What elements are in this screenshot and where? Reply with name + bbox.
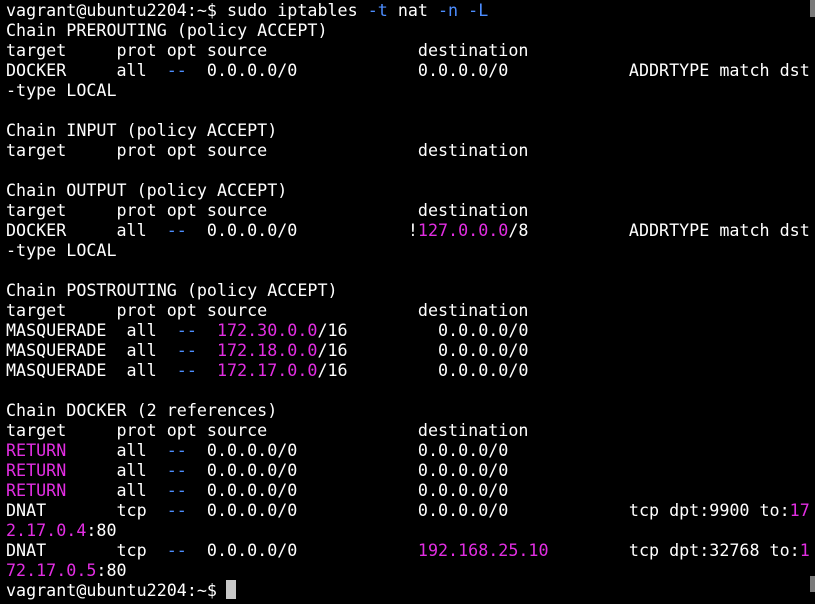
- terminal-text: /16 0.0.0.0/0: [317, 360, 529, 380]
- highlight-magenta: RETURN: [6, 460, 67, 480]
- terminal-line: Chain OUTPUT (policy ACCEPT): [6, 180, 287, 200]
- terminal-line: RETURN all -- 0.0.0.0/0 0.0.0.0/0: [6, 460, 508, 480]
- highlight-magenta: RETURN: [6, 440, 67, 460]
- highlight-blue: --: [166, 220, 187, 240]
- terminal-line: -type LOCAL: [6, 80, 117, 100]
- terminal-text: Chain DOCKER (2 references): [6, 400, 278, 420]
- terminal-line: DOCKER all -- 0.0.0.0/0 !127.0.0.0/8 ADD…: [6, 220, 810, 240]
- terminal-line: target prot opt source destination: [6, 420, 528, 440]
- terminal-line: DNAT tcp -- 0.0.0.0/0 0.0.0.0/0 tcp dpt:…: [6, 500, 810, 520]
- terminal-text: DOCKER all: [6, 60, 167, 80]
- terminal-text: vagrant@ubuntu2204:~$: [6, 580, 228, 600]
- terminal-line: DOCKER all -- 0.0.0.0/0 0.0.0.0/0 ADDRTY…: [6, 60, 810, 80]
- terminal-text: nat: [387, 0, 439, 20]
- terminal-text: all: [66, 460, 167, 480]
- terminal-text: target prot opt source destination: [6, 420, 529, 440]
- terminal-text: DOCKER all: [6, 220, 167, 240]
- highlight-magenta: RETURN: [6, 480, 67, 500]
- highlight-magenta: 127.0.0.0: [417, 220, 509, 240]
- highlight-blue: --: [176, 360, 197, 380]
- terminal-line: Chain DOCKER (2 references): [6, 400, 277, 420]
- terminal-text: :80: [96, 560, 127, 580]
- terminal-line: MASQUERADE all -- 172.17.0.0/16 0.0.0.0/…: [6, 360, 528, 380]
- terminal-line: MASQUERADE all -- 172.18.0.0/16 0.0.0.0/…: [6, 340, 528, 360]
- terminal-line: vagrant@ubuntu2204:~$ sudo iptables -t n…: [6, 0, 488, 20]
- highlight-blue: --: [166, 60, 187, 80]
- terminal-text: vagrant@ubuntu2204:~$ sudo iptables: [6, 0, 368, 20]
- highlight-magenta: 192.168.25.10: [417, 540, 549, 560]
- highlight-blue: --: [166, 500, 187, 520]
- terminal-text: 0.0.0.0/0 0.0.0.0/0: [186, 480, 509, 500]
- terminal-line: DNAT tcp -- 0.0.0.0/0 192.168.25.10 tcp …: [6, 540, 810, 560]
- terminal-text: all: [66, 480, 167, 500]
- terminal-text: DNAT tcp: [6, 540, 167, 560]
- terminal-text: MASQUERADE all: [6, 320, 177, 340]
- terminal-text: 0.0.0.0/0 0.0.0.0/0 tcp dpt:9900 to:: [186, 500, 790, 520]
- terminal-text: DNAT tcp: [6, 500, 167, 520]
- terminal-text: :80: [86, 520, 117, 540]
- terminal-text: -type LOCAL: [6, 80, 117, 100]
- terminal-line: 2.17.0.4:80: [6, 520, 117, 540]
- terminal-text: target prot opt source destination: [6, 200, 529, 220]
- highlight-blue: -t: [367, 0, 388, 20]
- terminal-line: -type LOCAL: [6, 240, 117, 260]
- scrollbar-thumb-lower[interactable]: [810, 576, 815, 592]
- highlight-magenta: 17: [789, 500, 810, 520]
- terminal-text: target prot opt source destination: [6, 40, 529, 60]
- highlight-magenta: 172.30.0.0: [216, 320, 318, 340]
- terminal-line: target prot opt source destination: [6, 40, 528, 60]
- terminal-text: 0.0.0.0/0: [186, 540, 418, 560]
- terminal-line: Chain PREROUTING (policy ACCEPT): [6, 20, 328, 40]
- terminal-line: MASQUERADE all -- 172.30.0.0/16 0.0.0.0/…: [6, 320, 528, 340]
- terminal-line: Chain POSTROUTING (policy ACCEPT): [6, 280, 338, 300]
- terminal-text: 0.0.0.0/0 0.0.0.0/0: [186, 440, 509, 460]
- terminal-text: 0.0.0.0/0 0.0.0.0/0: [186, 460, 509, 480]
- terminal-text: MASQUERADE all: [6, 340, 177, 360]
- terminal-text: Chain PREROUTING (policy ACCEPT): [6, 20, 328, 40]
- highlight-blue: --: [166, 540, 187, 560]
- terminal-text: /16 0.0.0.0/0: [317, 320, 529, 340]
- terminal-line: vagrant@ubuntu2204:~$: [6, 580, 227, 600]
- terminal-text: -type LOCAL: [6, 240, 117, 260]
- highlight-magenta: 2.17.0.4: [6, 520, 87, 540]
- highlight-magenta: 72.17.0.5: [6, 560, 97, 580]
- terminal-text: /16 0.0.0.0/0: [317, 340, 529, 360]
- terminal-text: MASQUERADE all: [6, 360, 177, 380]
- highlight-blue: -L: [468, 0, 489, 20]
- highlight-blue: --: [176, 320, 197, 340]
- terminal-text: all: [66, 440, 167, 460]
- terminal-text: /8 ADDRTYPE match dst: [508, 220, 810, 240]
- terminal-text: target prot opt source destination: [6, 300, 529, 320]
- highlight-magenta: 1: [799, 540, 810, 560]
- terminal-line: target prot opt source destination: [6, 200, 528, 220]
- terminal-text: Chain POSTROUTING (policy ACCEPT): [6, 280, 338, 300]
- scrollbar-thumb-upper[interactable]: [810, 0, 815, 17]
- highlight-magenta: 172.17.0.0: [216, 360, 318, 380]
- terminal-text: 0.0.0.0/0 0.0.0.0/0 ADDRTYPE match dst: [186, 60, 810, 80]
- highlight-blue: -n: [438, 0, 459, 20]
- terminal-line: target prot opt source destination: [6, 300, 528, 320]
- highlight-magenta: 172.18.0.0: [216, 340, 318, 360]
- terminal-line: target prot opt source destination: [6, 140, 528, 160]
- terminal-line: RETURN all -- 0.0.0.0/0 0.0.0.0/0: [6, 480, 508, 500]
- text-cursor: [226, 580, 236, 599]
- terminal-text: 0.0.0.0/0 !: [186, 220, 418, 240]
- terminal-line: 72.17.0.5:80: [6, 560, 127, 580]
- terminal-line: Chain INPUT (policy ACCEPT): [6, 120, 277, 140]
- highlight-blue: --: [166, 440, 187, 460]
- terminal-text: Chain INPUT (policy ACCEPT): [6, 120, 278, 140]
- terminal-text: tcp dpt:32768 to:: [548, 540, 800, 560]
- terminal-text: target prot opt source destination: [6, 140, 529, 160]
- highlight-blue: --: [166, 460, 187, 480]
- terminal-window[interactable]: vagrant@ubuntu2204:~$ sudo iptables -t n…: [0, 0, 815, 604]
- terminal-text: Chain OUTPUT (policy ACCEPT): [6, 180, 288, 200]
- terminal-line: RETURN all -- 0.0.0.0/0 0.0.0.0/0: [6, 440, 508, 460]
- highlight-blue: --: [166, 480, 187, 500]
- highlight-blue: --: [176, 340, 197, 360]
